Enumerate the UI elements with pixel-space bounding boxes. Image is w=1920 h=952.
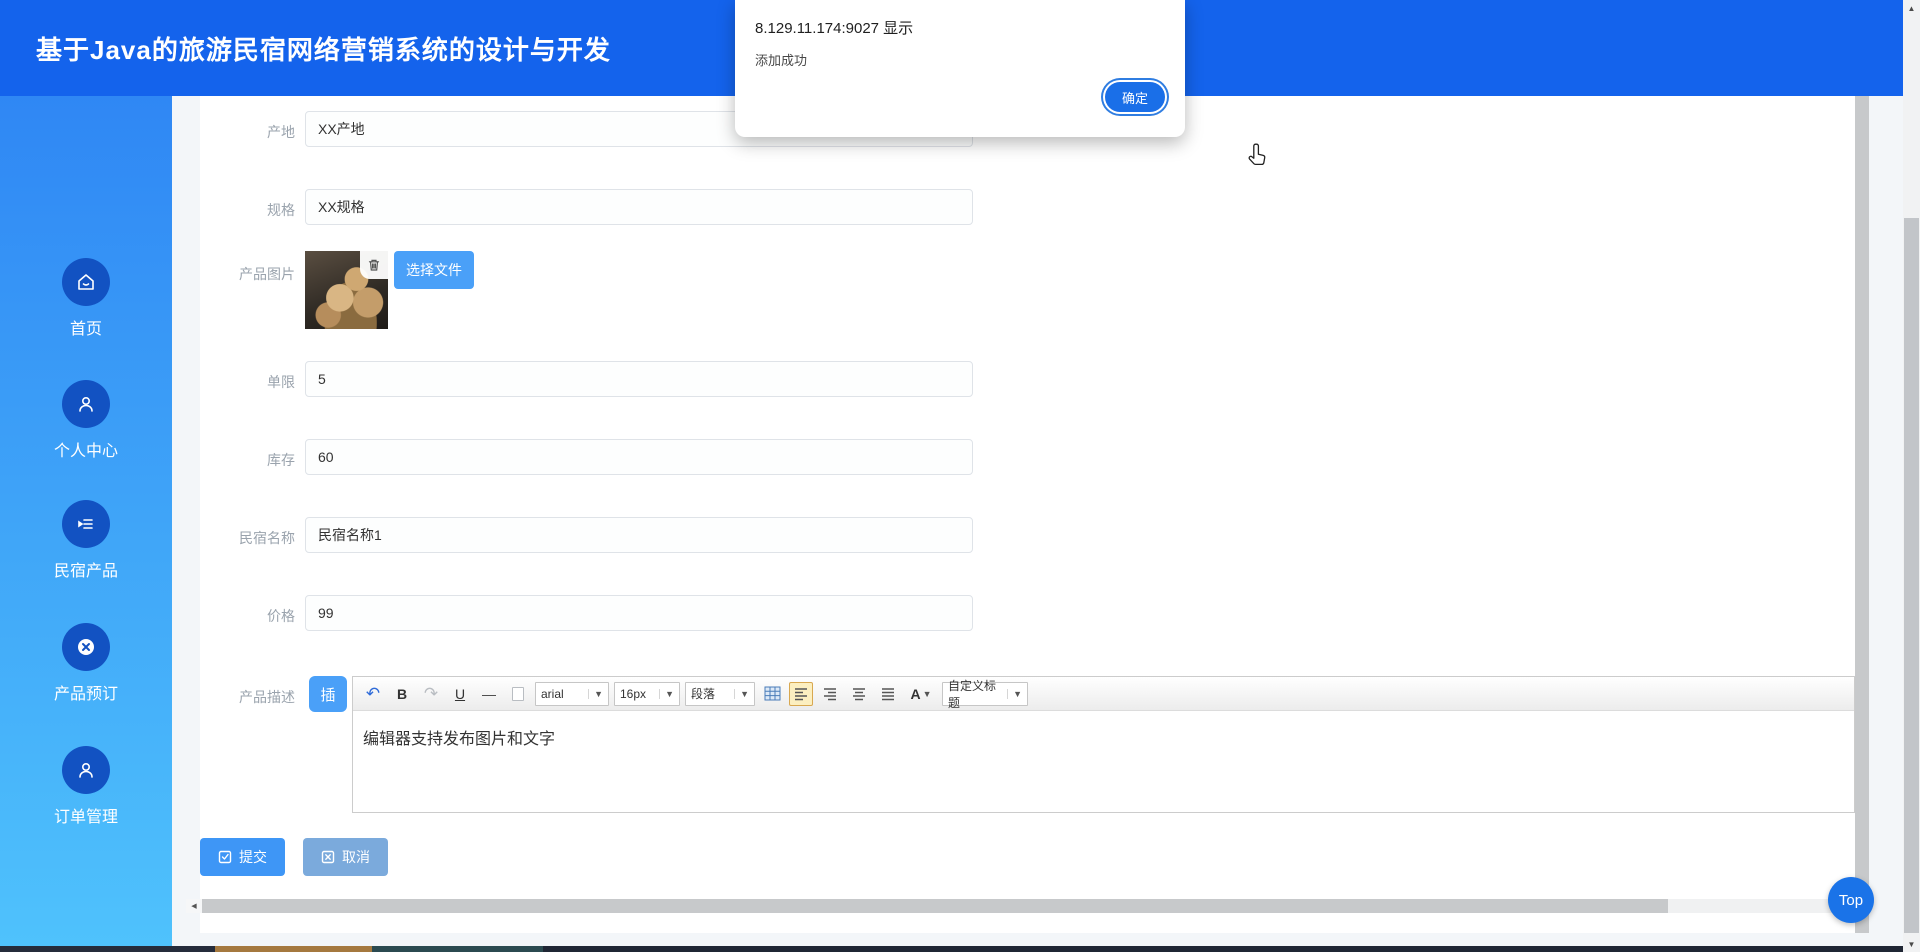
align-center-icon[interactable] — [847, 682, 871, 706]
sidebar-item-products[interactable]: 民宿产品 — [0, 500, 172, 581]
font-color-icon[interactable]: A▼ — [905, 682, 937, 706]
x-square-icon — [321, 850, 335, 864]
sidebar-item-label: 个人中心 — [54, 437, 118, 461]
chevron-down-icon: ▼ — [588, 689, 603, 699]
homestay-name-input[interactable] — [305, 517, 973, 553]
browser-alert-dialog: 8.129.11.174:9027 显示 添加成功 确定 — [735, 0, 1185, 137]
page: 基于Java的旅游民宿网络营销系统的设计与开发 民宿名称1 ▼ 首页 个人中心 … — [0, 0, 1920, 952]
redo-icon[interactable]: ↷ — [419, 682, 443, 706]
hr-icon[interactable]: — — [477, 682, 501, 706]
dialog-ok-button[interactable]: 确定 — [1105, 82, 1165, 112]
sidebar-item-booking[interactable]: 产品预订 — [0, 623, 172, 704]
font-size-select[interactable]: 16px▼ — [614, 682, 680, 706]
sidebar-item-home[interactable]: 首页 — [0, 258, 172, 339]
dialog-message: 添加成功 — [755, 50, 1165, 69]
field-label-description: 产品描述 — [175, 687, 295, 707]
sidebar-item-label: 民宿产品 — [54, 557, 118, 581]
sidebar-item-label: 首页 — [70, 315, 102, 339]
rich-text-editor: ↶ B ↷ U — arial▼ 16px▼ 段落▼ — [352, 676, 1855, 813]
field-label-spec: 规格 — [175, 200, 295, 220]
dialog-title: 8.129.11.174:9027 显示 — [755, 17, 1165, 38]
delete-image-button[interactable] — [360, 251, 388, 279]
font-family-select[interactable]: arial▼ — [535, 682, 609, 706]
new-doc-icon[interactable] — [506, 682, 530, 706]
horizontal-scrollbar[interactable]: ◀ — [186, 899, 1843, 913]
inner-vertical-scrollbar[interactable] — [1855, 96, 1869, 933]
scroll-down-arrow[interactable]: ▼ — [1903, 936, 1920, 952]
field-label-product-image: 产品图片 — [175, 264, 295, 284]
editor-toolbar: ↶ B ↷ U — arial▼ 16px▼ 段落▼ — [353, 677, 1854, 711]
table-icon[interactable] — [760, 682, 784, 706]
submit-button[interactable]: 提交 — [200, 838, 285, 876]
cancel-button[interactable]: 取消 — [303, 838, 388, 876]
sidebar-item-label: 订单管理 — [54, 803, 118, 827]
scroll-left-arrow[interactable]: ◀ — [186, 899, 202, 913]
trash-icon — [366, 257, 382, 273]
user-icon — [62, 380, 110, 428]
unit-limit-input[interactable] — [305, 361, 973, 397]
back-to-top-button[interactable]: Top — [1828, 877, 1874, 923]
browser-scrollbar-thumb[interactable] — [1904, 218, 1919, 933]
underline-icon[interactable]: U — [448, 682, 472, 706]
justify-icon[interactable] — [876, 682, 900, 706]
editor-content[interactable]: 编辑器支持发布图片和文字 — [353, 711, 1854, 763]
field-label-stock: 库存 — [175, 450, 295, 470]
page-title: 基于Java的旅游民宿网络营销系统的设计与开发 — [36, 30, 611, 67]
paragraph-format-select[interactable]: 段落▼ — [685, 682, 755, 706]
scroll-up-arrow[interactable]: ▲ — [1903, 0, 1920, 16]
browser-scrollbar[interactable]: ▲ ▼ — [1903, 0, 1920, 952]
chevron-down-icon: ▼ — [734, 689, 749, 699]
chevron-down-icon: ▼ — [659, 689, 674, 699]
align-left-icon[interactable] — [789, 682, 813, 706]
footer-strip — [0, 946, 1903, 952]
field-label-price: 价格 — [175, 606, 295, 626]
price-input[interactable] — [305, 595, 973, 631]
bold-icon[interactable]: B — [390, 682, 414, 706]
field-label-origin: 产地 — [175, 122, 295, 142]
undo-icon[interactable]: ↶ — [361, 682, 385, 706]
sidebar-item-profile[interactable]: 个人中心 — [0, 380, 172, 461]
product-image-thumbnail — [305, 251, 388, 329]
chevron-down-icon: ▼ — [1007, 689, 1022, 699]
check-square-icon — [218, 850, 232, 864]
field-label-unit-limit: 单限 — [175, 372, 295, 392]
user-icon — [62, 746, 110, 794]
insert-button[interactable]: 插 — [309, 676, 347, 712]
choose-file-button[interactable]: 选择文件 — [394, 251, 474, 289]
list-icon — [62, 500, 110, 548]
sidebar-item-label: 产品预订 — [54, 680, 118, 704]
align-right-icon[interactable] — [818, 682, 842, 706]
stock-input[interactable] — [305, 439, 973, 475]
sidebar-item-orders[interactable]: 订单管理 — [0, 746, 172, 827]
spec-input[interactable] — [305, 189, 973, 225]
horizontal-scrollbar-thumb[interactable] — [202, 899, 1668, 913]
home-icon — [62, 258, 110, 306]
circle-x-icon — [62, 623, 110, 671]
field-label-homestay-name: 民宿名称 — [175, 528, 295, 548]
custom-title-select[interactable]: 自定义标题▼ — [942, 682, 1028, 706]
